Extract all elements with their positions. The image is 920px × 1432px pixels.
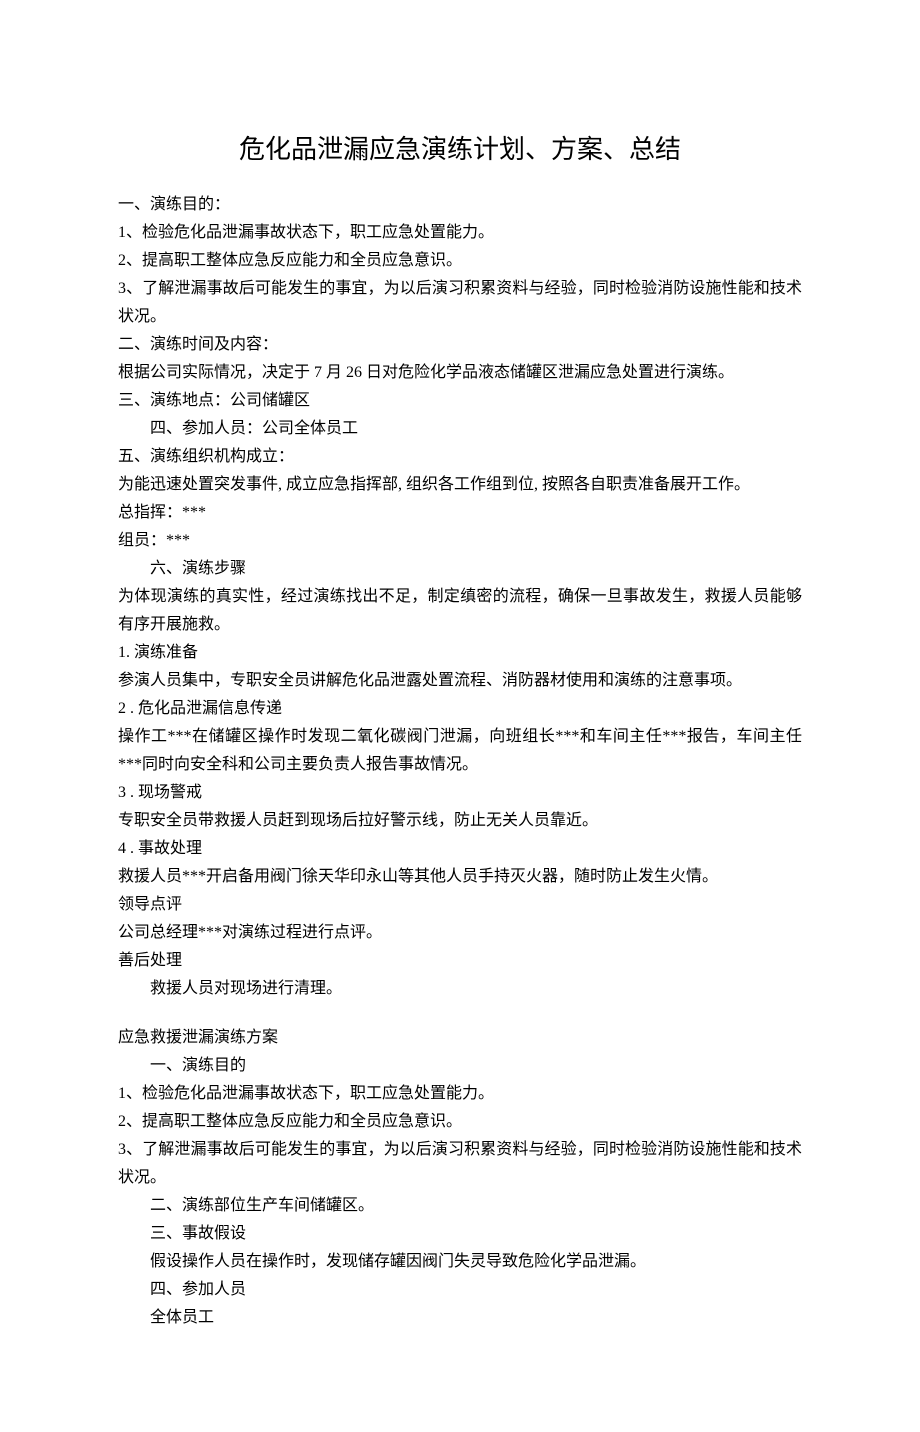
paragraph: 公司总经理***对演练过程进行点评。 xyxy=(118,919,802,947)
paragraph: 全体员工 xyxy=(118,1304,802,1332)
paragraph: 善后处理 xyxy=(118,947,802,975)
paragraph: 五、演练组织机构成立： xyxy=(118,443,802,471)
paragraph: 为能迅速处置突发事件, 成立应急指挥部, 组织各工作组到位, 按照各自职责准备展… xyxy=(118,471,802,499)
paragraph: 2、提高职工整体应急反应能力和全员应急意识。 xyxy=(118,1108,802,1136)
paragraph: 二、演练部位生产车间储罐区。 xyxy=(118,1192,802,1220)
paragraph: 4 . 事故处理 xyxy=(118,835,802,863)
paragraph: 一、演练目的 xyxy=(118,1052,802,1080)
paragraph: 三、事故假设 xyxy=(118,1220,802,1248)
paragraph: 救援人员对现场进行清理。 xyxy=(118,975,802,1003)
paragraph: 1、检验危化品泄漏事故状态下，职工应急处置能力。 xyxy=(118,1080,802,1108)
paragraph: 专职安全员带救援人员赶到现场后拉好警示线，防止无关人员靠近。 xyxy=(118,807,802,835)
paragraph: 1、检验危化品泄漏事故状态下，职工应急处置能力。 xyxy=(118,219,802,247)
paragraph: 总指挥：*** xyxy=(118,499,802,527)
paragraph: 操作工***在储罐区操作时发现二氧化碳阀门泄漏，向班组长***和车间主任***报… xyxy=(118,723,802,779)
document-body: 一、演练目的：1、检验危化品泄漏事故状态下，职工应急处置能力。2、提高职工整体应… xyxy=(118,191,802,1332)
paragraph: 2、提高职工整体应急反应能力和全员应急意识。 xyxy=(118,247,802,275)
paragraph: 根据公司实际情况，决定于 7 月 26 日对危险化学品液态储罐区泄漏应急处置进行… xyxy=(118,359,802,387)
paragraph: 3、了解泄漏事故后可能发生的事宜，为以后演习积累资料与经验，同时检验消防设施性能… xyxy=(118,1136,802,1192)
paragraph: 1. 演练准备 xyxy=(118,639,802,667)
paragraph: 应急救援泄漏演练方案 xyxy=(118,1024,802,1052)
paragraph: 三、演练地点：公司储罐区 xyxy=(118,387,802,415)
paragraph: 四、参加人员：公司全体员工 xyxy=(118,415,802,443)
paragraph: 四、参加人员 xyxy=(118,1276,802,1304)
paragraph: 3、了解泄漏事故后可能发生的事宜，为以后演习积累资料与经验，同时检验消防设施性能… xyxy=(118,275,802,331)
paragraph: 一、演练目的： xyxy=(118,191,802,219)
paragraph: 假设操作人员在操作时，发现储存罐因阀门失灵导致危险化学品泄漏。 xyxy=(118,1248,802,1276)
document-title: 危化品泄漏应急演练计划、方案、总结 xyxy=(118,127,802,173)
paragraph: 六、演练步骤 xyxy=(118,555,802,583)
paragraph: 二、演练时间及内容： xyxy=(118,331,802,359)
paragraph: 组员：*** xyxy=(118,527,802,555)
paragraph: 领导点评 xyxy=(118,891,802,919)
paragraph: 为体现演练的真实性，经过演练找出不足，制定缜密的流程，确保一旦事故发生，救援人员… xyxy=(118,583,802,639)
paragraph: 救援人员***开启备用阀门徐天华印永山等其他人员手持灭火器，随时防止发生火情。 xyxy=(118,863,802,891)
paragraph: 3 . 现场警戒 xyxy=(118,779,802,807)
paragraph: 参演人员集中，专职安全员讲解危化品泄露处置流程、消防器材使用和演练的注意事项。 xyxy=(118,667,802,695)
paragraph: 2 . 危化品泄漏信息传递 xyxy=(118,695,802,723)
